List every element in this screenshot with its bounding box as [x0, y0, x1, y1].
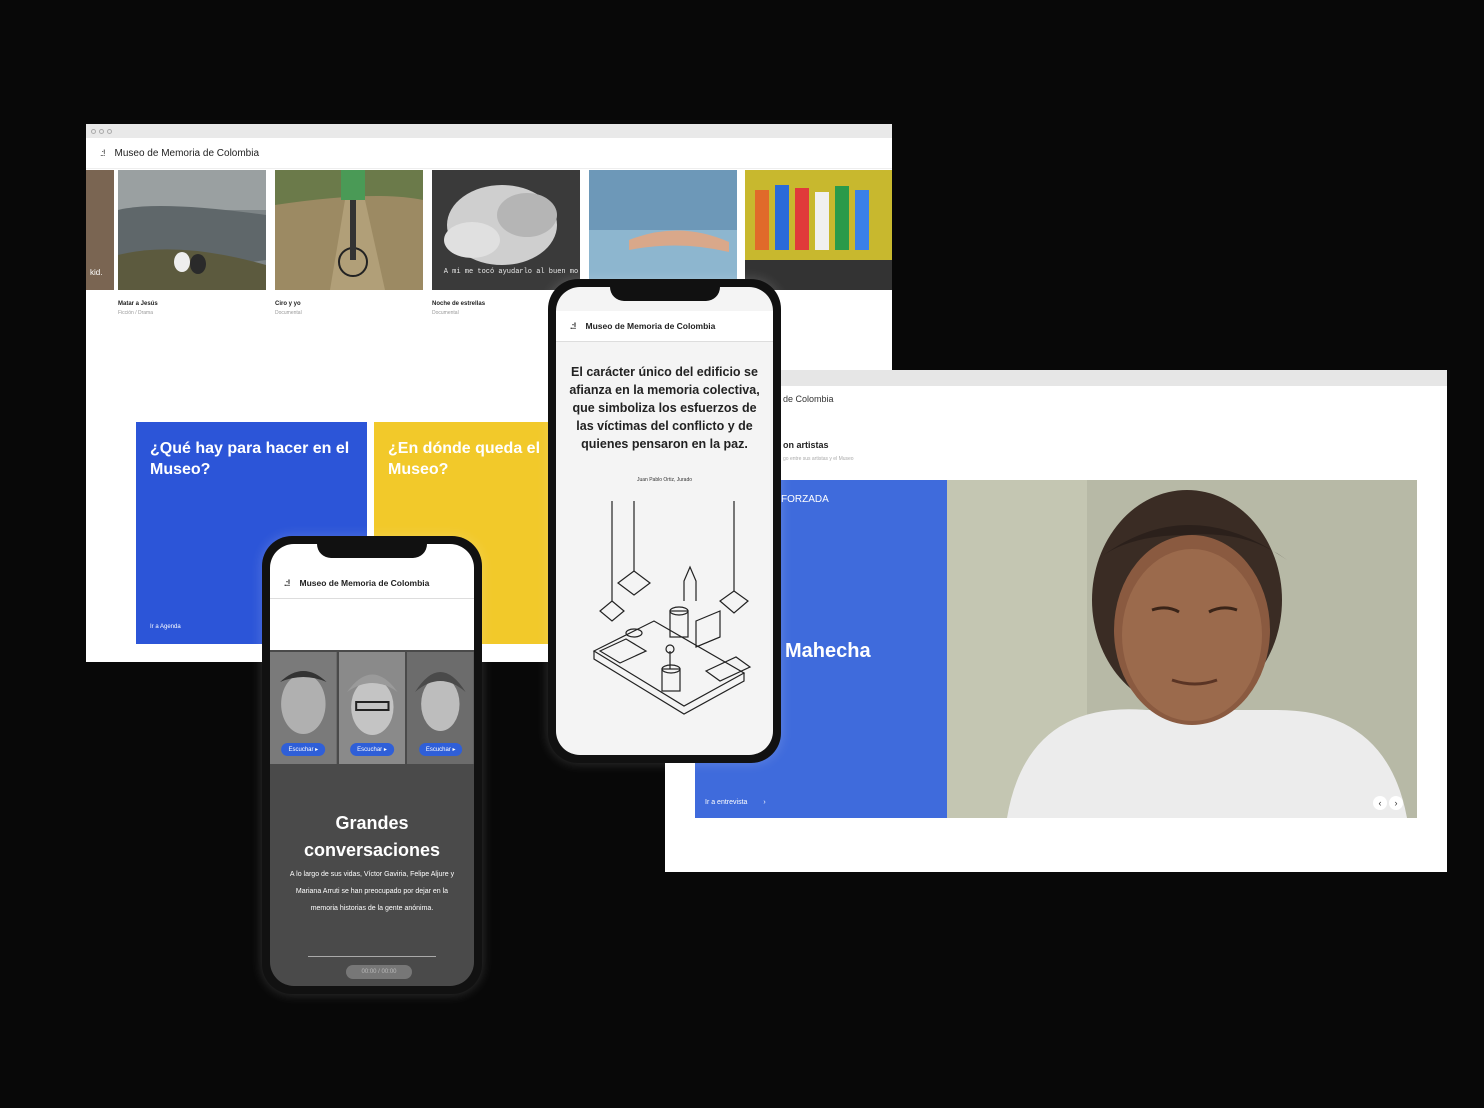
site-brand[interactable]: de Colombia: [783, 394, 834, 404]
interview-photo: ‹ ›: [947, 480, 1417, 818]
film-card[interactable]: [589, 170, 737, 295]
logo-icon[interactable]: .:!: [100, 148, 105, 158]
portrait-image: [947, 480, 1417, 818]
chevron-right-icon: ›: [763, 799, 766, 806]
film-thumbnail: [275, 170, 423, 290]
speaker-card: Escuchar ▸: [338, 652, 406, 764]
listen-button[interactable]: Escuchar ▸: [418, 743, 463, 756]
phone-screen: .:! Museo de Memoria de Colombia El cará…: [556, 287, 773, 755]
logo-icon[interactable]: .:!: [570, 321, 576, 331]
phone-notch: [609, 279, 720, 301]
site-brand[interactable]: Museo de Memoria de Colombia: [115, 148, 260, 159]
conversations-description: A lo largo de sus vidas, Víctor Gaviria,…: [289, 871, 455, 912]
phone-conversations: .:! Museo de Memoria de Colombia Escucha…: [262, 536, 482, 994]
film-title: Matar a Jesús: [118, 301, 158, 307]
speaker-list: Escuchar ▸ Escuchar ▸ Escuchar ▸: [270, 652, 474, 764]
interview-name: Mahecha: [785, 640, 871, 662]
interview-link[interactable]: Ir a entrevista ›: [705, 799, 766, 806]
listen-button[interactable]: Escuchar ▸: [350, 743, 394, 756]
film-card[interactable]: Matar a Jesús Ficción / Drama: [118, 170, 266, 316]
film-genre: Documental: [275, 310, 302, 316]
window-dot[interactable]: [91, 128, 96, 134]
section-title: on artistas: [783, 440, 829, 450]
film-thumbnail: [745, 170, 892, 290]
window-dot[interactable]: [99, 128, 104, 134]
speaker-card: Escuchar ▸: [270, 652, 337, 764]
interview-link-label: Ir a entrevista: [705, 799, 748, 806]
phone-notch: [317, 536, 427, 558]
audio-progress-bar[interactable]: [308, 956, 436, 957]
site-header: .:! Museo de Memoria de Colombia: [86, 138, 892, 169]
site-brand[interactable]: Museo de Memoria de Colombia: [300, 578, 430, 588]
film-caption: kid.: [90, 268, 103, 277]
quote-text: El carácter único del edificio se afianz…: [569, 365, 760, 451]
listen-button[interactable]: Escuchar ▸: [281, 743, 326, 756]
site-brand[interactable]: Museo de Memoria de Colombia: [586, 321, 716, 331]
carousel-arrows: ‹ ›: [1373, 796, 1403, 810]
building-illustration: [592, 501, 752, 715]
phone-screen: .:! Museo de Memoria de Colombia Escucha…: [270, 544, 474, 986]
speaker-card: Escuchar ▸: [407, 652, 474, 764]
section-subtitle: go entre sus artistas y el Museo: [783, 456, 854, 462]
window-titlebar: [665, 370, 1447, 386]
film-card[interactable]: kid.: [86, 170, 114, 295]
film-thumbnail: [118, 170, 266, 290]
film-thumbnail: [589, 170, 737, 290]
interview-category: FORZADA: [781, 494, 829, 505]
site-header: .:! Museo de Memoria de Colombia: [556, 311, 773, 342]
agenda-link[interactable]: Ir a Agenda: [150, 624, 181, 630]
film-card[interactable]: Ciro y yo Documental: [275, 170, 423, 316]
phone-quote: .:! Museo de Memoria de Colombia El cará…: [548, 279, 781, 763]
card-question: ¿Qué hay para hacer en el Museo?: [150, 440, 350, 478]
desktop-interview-window: de Colombia on artistas go entre sus art…: [665, 370, 1447, 872]
film-genre: Ficción / Drama: [118, 310, 154, 316]
window-titlebar: [86, 124, 892, 138]
film-title: Ciro y yo: [275, 301, 301, 307]
chevron-left-icon[interactable]: ‹: [1373, 796, 1387, 810]
film-caption: A mi me tocó ayudarlo al buen mo: [443, 268, 579, 276]
audio-time[interactable]: 00:00 / 00:00: [346, 965, 412, 979]
window-dot[interactable]: [107, 128, 112, 134]
conversations-title: Grandes conversaciones: [303, 813, 441, 860]
site-header: .:! Museo de Memoria de Colombia: [270, 568, 474, 599]
quote-author: Juan Pablo Ortiz, Jurado: [636, 477, 693, 483]
chevron-right-icon[interactable]: ›: [1389, 796, 1403, 810]
logo-icon[interactable]: .:!: [284, 578, 290, 588]
